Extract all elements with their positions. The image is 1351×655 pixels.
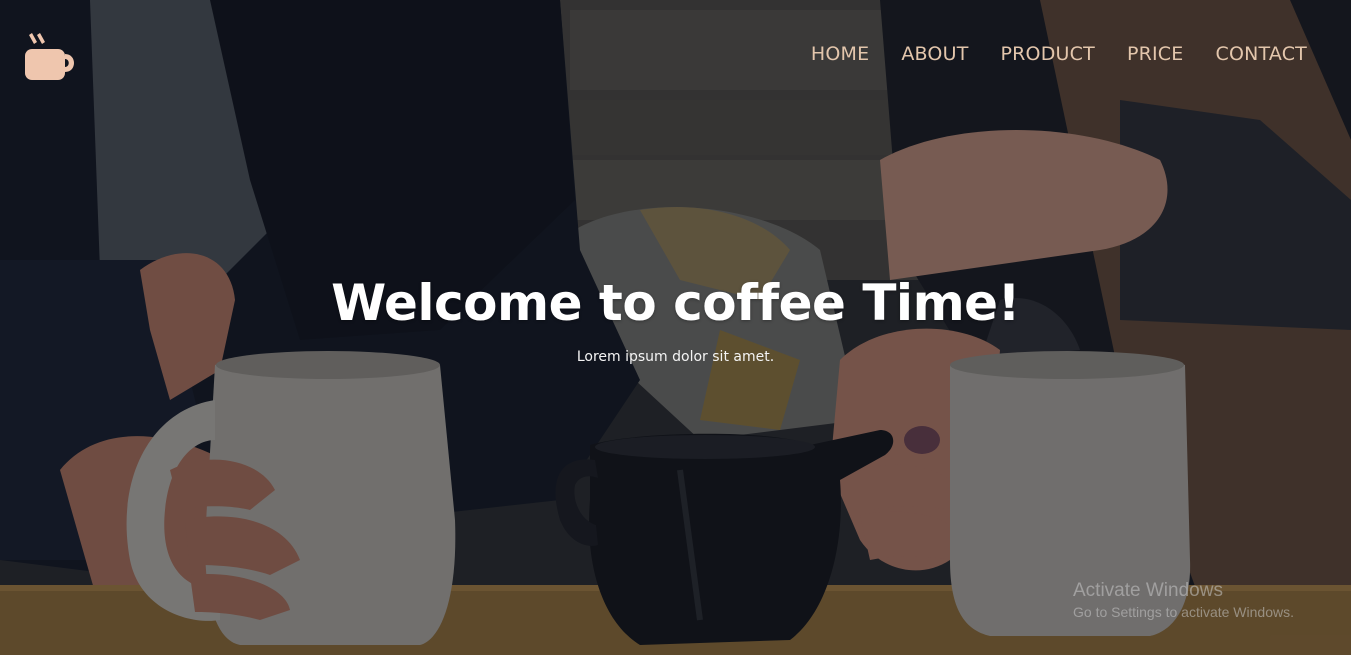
nav-product-link[interactable]: PRODUCT [1001,43,1095,65]
nav-home-link[interactable]: HOME [811,43,869,65]
hero-title: Welcome to coffee Time! [331,274,1020,332]
coffee-cup-icon[interactable] [22,30,78,86]
nav-about-link[interactable]: ABOUT [901,43,968,65]
windows-activation-watermark: Activate Windows Go to Settings to activ… [1073,580,1294,620]
watermark-title: Activate Windows [1073,580,1223,601]
main-nav: HOME ABOUT PRODUCT PRICE CONTACT [811,43,1307,65]
nav-contact-link[interactable]: CONTACT [1215,43,1307,65]
watermark-subtitle: Go to Settings to activate Windows. [1073,604,1294,620]
hero-subtitle: Lorem ipsum dolor sit amet. [576,349,775,365]
nav-price-link[interactable]: PRICE [1127,43,1184,65]
